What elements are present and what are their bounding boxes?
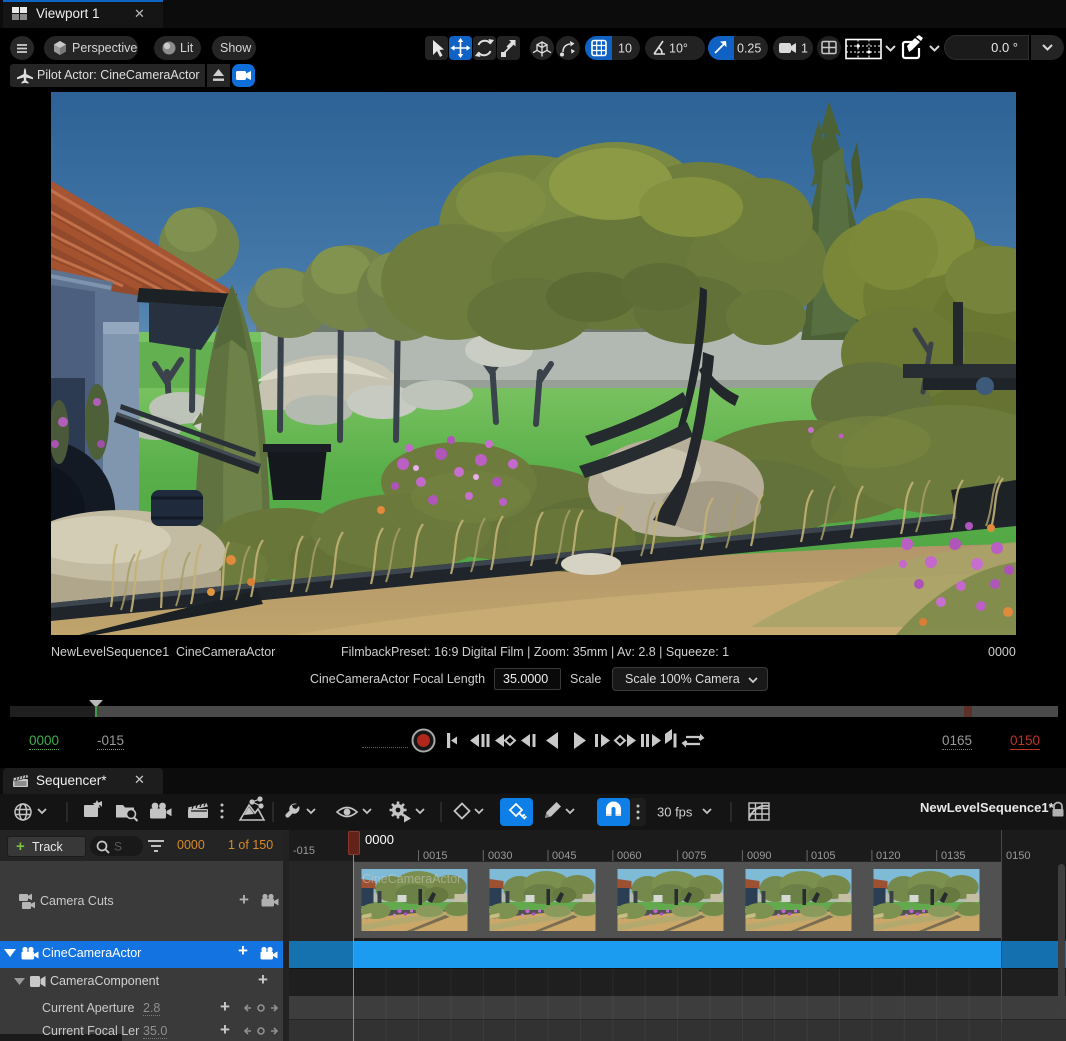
svg-text:0.25: 0.25	[737, 42, 761, 56]
svg-text:0120: 0120	[876, 850, 900, 862]
svg-text:30 fps: 30 fps	[657, 805, 693, 820]
svg-text:10°: 10°	[669, 42, 688, 56]
svg-text:0150: 0150	[1006, 850, 1030, 862]
svg-text:0015: 0015	[423, 850, 447, 862]
svg-text:1: 1	[801, 42, 808, 56]
svg-text:0135: 0135	[941, 850, 965, 862]
svg-text:0090: 0090	[747, 850, 771, 862]
svg-text:S: S	[114, 840, 122, 854]
svg-text:0105: 0105	[811, 850, 835, 862]
svg-text:0075: 0075	[682, 850, 706, 862]
svg-text:0045: 0045	[552, 850, 576, 862]
svg-text:10: 10	[618, 42, 632, 56]
svg-text:0030: 0030	[488, 850, 512, 862]
svg-text:0060: 0060	[617, 850, 641, 862]
